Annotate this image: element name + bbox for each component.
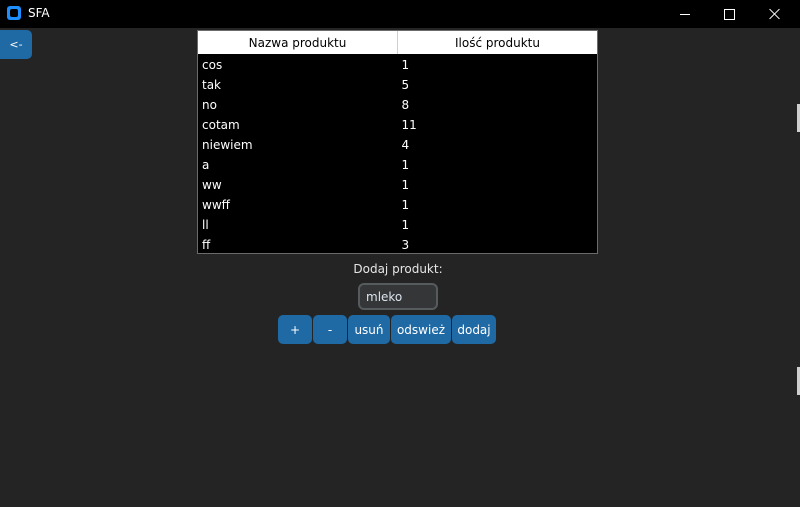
product-name-cell: wwff bbox=[202, 198, 230, 212]
product-name-cell: cotam bbox=[202, 118, 240, 132]
product-quantity-cell: 1 bbox=[401, 198, 410, 212]
product-name-input[interactable] bbox=[358, 283, 438, 310]
product-name-cell: ll bbox=[202, 218, 209, 232]
products-table: Nazwa produktu Ilość produktu cos 1 tak 5 … bbox=[197, 30, 598, 254]
column-header-quantity[interactable]: Ilość produktu bbox=[397, 31, 597, 54]
product-quantity-cell: 8 bbox=[401, 98, 410, 112]
product-quantity-cell: 5 bbox=[401, 78, 410, 92]
window-title: SFA bbox=[28, 6, 50, 20]
table-row[interactable]: cotam 11 bbox=[198, 115, 597, 135]
table-row[interactable]: tak 5 bbox=[198, 75, 597, 95]
decrease-button[interactable]: - bbox=[313, 315, 347, 344]
product-name-cell: tak bbox=[202, 78, 222, 92]
table-header: Nazwa produktu Ilość produktu bbox=[198, 31, 597, 54]
product-quantity-cell: 3 bbox=[401, 238, 410, 252]
remove-button[interactable]: usuń bbox=[348, 315, 390, 344]
product-name-cell: no bbox=[202, 98, 217, 112]
close-button[interactable] bbox=[752, 0, 798, 28]
product-quantity-cell: 11 bbox=[401, 118, 417, 132]
product-quantity-cell: 1 bbox=[401, 218, 410, 232]
table-row[interactable]: no 8 bbox=[198, 95, 597, 115]
table-row[interactable]: ww 1 bbox=[198, 175, 597, 195]
minimize-icon bbox=[680, 13, 690, 15]
back-button[interactable]: <- bbox=[0, 30, 32, 59]
app-icon bbox=[7, 6, 21, 20]
add-button[interactable]: dodaj bbox=[452, 315, 496, 344]
refresh-button[interactable]: odswież bbox=[391, 315, 451, 344]
product-quantity-cell: 1 bbox=[401, 178, 410, 192]
maximize-button[interactable] bbox=[706, 0, 752, 28]
table-row[interactable]: wwff 1 bbox=[198, 195, 597, 215]
title-bar: SFA bbox=[0, 0, 800, 28]
product-name-cell: niewiem bbox=[202, 138, 253, 152]
product-name-cell: a bbox=[202, 158, 210, 172]
product-quantity-cell: 1 bbox=[401, 158, 410, 172]
table-row[interactable]: a1 bbox=[198, 155, 597, 175]
close-icon bbox=[769, 8, 781, 20]
product-name-cell: ff bbox=[202, 238, 211, 252]
table-row[interactable]: cos 1 bbox=[198, 55, 597, 75]
column-header-name[interactable]: Nazwa produktu bbox=[198, 31, 397, 54]
table-row[interactable]: ll 1 bbox=[198, 215, 597, 235]
table-body: cos 1 tak 5 no 8 cotam 11 niewiem 4 a1 ww 1 ww… bbox=[198, 54, 597, 255]
minimize-button[interactable] bbox=[662, 0, 708, 28]
add-product-label: Dodaj produkt: bbox=[353, 262, 443, 276]
product-name-cell: cos bbox=[202, 58, 223, 72]
product-quantity-cell: 1 bbox=[401, 58, 410, 72]
product-quantity-cell: 4 bbox=[401, 138, 410, 152]
increase-button[interactable]: + bbox=[278, 315, 312, 344]
maximize-icon bbox=[723, 8, 735, 20]
product-name-cell: ww bbox=[202, 178, 222, 192]
table-row[interactable]: niewiem 4 bbox=[198, 135, 597, 155]
table-row[interactable]: ff 3 bbox=[198, 235, 597, 255]
